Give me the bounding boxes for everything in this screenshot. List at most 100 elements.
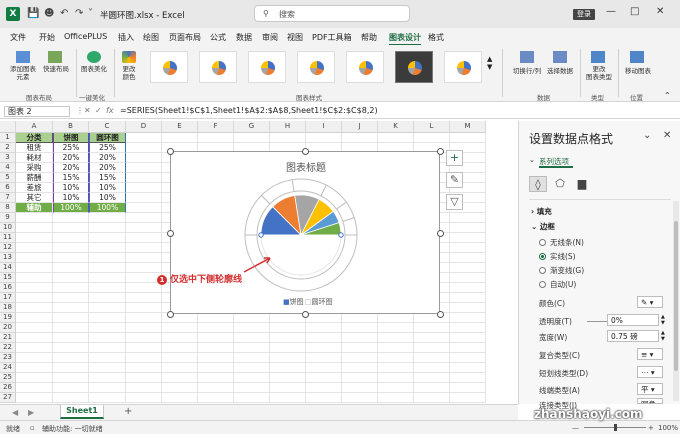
grid-cell[interactable] bbox=[89, 263, 126, 273]
menu-data[interactable]: 数据 bbox=[236, 32, 252, 43]
column-header[interactable]: L bbox=[414, 121, 450, 133]
spinner-icon[interactable]: ▲ ▼ bbox=[661, 314, 665, 326]
grid-cell[interactable] bbox=[342, 393, 378, 403]
grid-cell[interactable] bbox=[270, 333, 306, 343]
grid-cell[interactable] bbox=[89, 393, 126, 403]
sheet-tab-sheet1[interactable]: Sheet1 bbox=[60, 405, 104, 419]
chart-styles-button[interactable]: ✎ bbox=[446, 172, 463, 188]
grid-cell[interactable] bbox=[414, 383, 450, 393]
grid-cell[interactable]: 100% bbox=[53, 203, 89, 213]
effects-icon[interactable]: ⬠ bbox=[551, 176, 569, 192]
resize-handle-r[interactable] bbox=[437, 230, 444, 237]
grid-cell[interactable]: 20% bbox=[89, 163, 126, 173]
grid-cell[interactable] bbox=[198, 373, 234, 383]
grid-cell[interactable] bbox=[126, 153, 162, 163]
grid-cell[interactable] bbox=[198, 323, 234, 333]
section-border[interactable]: ⌄ 边框 bbox=[531, 221, 555, 232]
grid-cell[interactable] bbox=[89, 273, 126, 283]
row-header[interactable]: 23 bbox=[0, 353, 16, 363]
grid-cell[interactable] bbox=[198, 353, 234, 363]
grid-cell[interactable] bbox=[450, 343, 486, 353]
grid-cell[interactable] bbox=[342, 363, 378, 373]
change-chart-type-button[interactable]: 更改 图表类型 bbox=[582, 65, 616, 81]
chart-style-7[interactable] bbox=[444, 51, 482, 83]
cancel-icon[interactable]: ✕ bbox=[84, 106, 91, 115]
beautify-button[interactable]: 图表美化 bbox=[78, 65, 110, 73]
grid-cell[interactable] bbox=[126, 233, 162, 243]
grid-cell[interactable] bbox=[16, 363, 53, 373]
grid-cell[interactable]: 租赁 bbox=[16, 143, 53, 153]
grid-cell[interactable] bbox=[89, 363, 126, 373]
grid-cell[interactable] bbox=[450, 323, 486, 333]
grid-cell[interactable] bbox=[53, 333, 89, 343]
row-header[interactable]: 6 bbox=[0, 183, 16, 193]
grid-cell[interactable] bbox=[126, 393, 162, 403]
resize-handle-t[interactable] bbox=[302, 148, 309, 155]
grid-cell[interactable] bbox=[414, 333, 450, 343]
grid-cell[interactable] bbox=[342, 373, 378, 383]
menu-help[interactable]: 帮助 bbox=[361, 32, 377, 43]
grid-cell[interactable] bbox=[53, 393, 89, 403]
row-header[interactable]: 17 bbox=[0, 293, 16, 303]
resize-handle-bl[interactable] bbox=[167, 311, 174, 318]
grid-cell[interactable]: 20% bbox=[53, 153, 89, 163]
column-header[interactable]: J bbox=[342, 121, 378, 133]
grid-cell[interactable] bbox=[16, 263, 53, 273]
grid-cell[interactable] bbox=[378, 393, 414, 403]
panel-scrollbar[interactable] bbox=[673, 201, 679, 401]
row-header[interactable]: 7 bbox=[0, 193, 16, 203]
grid-cell[interactable] bbox=[126, 353, 162, 363]
menu-home[interactable]: 开始 bbox=[39, 32, 55, 43]
menu-page-layout[interactable]: 页面布局 bbox=[169, 32, 201, 43]
grid-cell[interactable] bbox=[89, 253, 126, 263]
legend-item-pie[interactable]: ■饼图 bbox=[283, 297, 304, 307]
column-header[interactable]: E bbox=[162, 121, 198, 133]
grid-cell[interactable] bbox=[16, 303, 53, 313]
grid-cell[interactable] bbox=[306, 363, 342, 373]
grid-cell[interactable] bbox=[450, 353, 486, 363]
close-icon[interactable]: ✕ bbox=[656, 6, 664, 17]
column-header[interactable]: G bbox=[234, 121, 270, 133]
grid-cell[interactable] bbox=[53, 243, 89, 253]
grid-cell[interactable] bbox=[378, 353, 414, 363]
grid-cell[interactable] bbox=[378, 343, 414, 353]
grid-cell[interactable] bbox=[450, 233, 486, 243]
grid-cell[interactable] bbox=[234, 353, 270, 363]
grid-cell[interactable] bbox=[126, 183, 162, 193]
row-header[interactable]: 5 bbox=[0, 173, 16, 183]
grid-cell[interactable] bbox=[378, 383, 414, 393]
grid-cell[interactable] bbox=[270, 343, 306, 353]
grid-cell[interactable]: 耗材 bbox=[16, 153, 53, 163]
grid-cell[interactable] bbox=[306, 343, 342, 353]
grid-cell[interactable] bbox=[378, 323, 414, 333]
join-type-select[interactable]: 圆角 bbox=[637, 398, 663, 404]
grid-cell[interactable]: 薪酬 bbox=[16, 173, 53, 183]
row-header[interactable]: 19 bbox=[0, 313, 16, 323]
grid-cell[interactable]: 10% bbox=[89, 193, 126, 203]
chart-style-5[interactable] bbox=[346, 51, 384, 83]
grid-cell[interactable] bbox=[162, 353, 198, 363]
grid-cell[interactable] bbox=[89, 343, 126, 353]
grid-cell[interactable] bbox=[16, 343, 53, 353]
chart-style-2[interactable] bbox=[199, 51, 237, 83]
transparency-input[interactable]: 0% bbox=[607, 314, 659, 326]
grid-cell[interactable]: 10% bbox=[53, 183, 89, 193]
row-header[interactable]: 10 bbox=[0, 223, 16, 233]
row-header[interactable]: 16 bbox=[0, 283, 16, 293]
radio-no-line[interactable]: 无线条(N) bbox=[539, 237, 584, 248]
grid-cell[interactable]: 差旅 bbox=[16, 183, 53, 193]
grid-cell[interactable] bbox=[450, 383, 486, 393]
next-sheet-icon[interactable]: ▶ bbox=[28, 408, 34, 417]
menu-insert[interactable]: 插入 bbox=[118, 32, 134, 43]
select-all-corner[interactable] bbox=[0, 121, 16, 133]
add-sheet-button[interactable]: + bbox=[124, 406, 132, 417]
grid-cell[interactable] bbox=[53, 223, 89, 233]
grid-cell[interactable] bbox=[414, 353, 450, 363]
grid-cell[interactable] bbox=[450, 243, 486, 253]
name-box[interactable]: 图表 2 bbox=[4, 106, 70, 117]
gallery-scroll-icon[interactable]: ▲ ▼ bbox=[487, 55, 492, 71]
row-header[interactable]: 24 bbox=[0, 363, 16, 373]
grid-cell[interactable] bbox=[16, 233, 53, 243]
grid-cell[interactable] bbox=[126, 243, 162, 253]
grid-cell[interactable] bbox=[270, 373, 306, 383]
